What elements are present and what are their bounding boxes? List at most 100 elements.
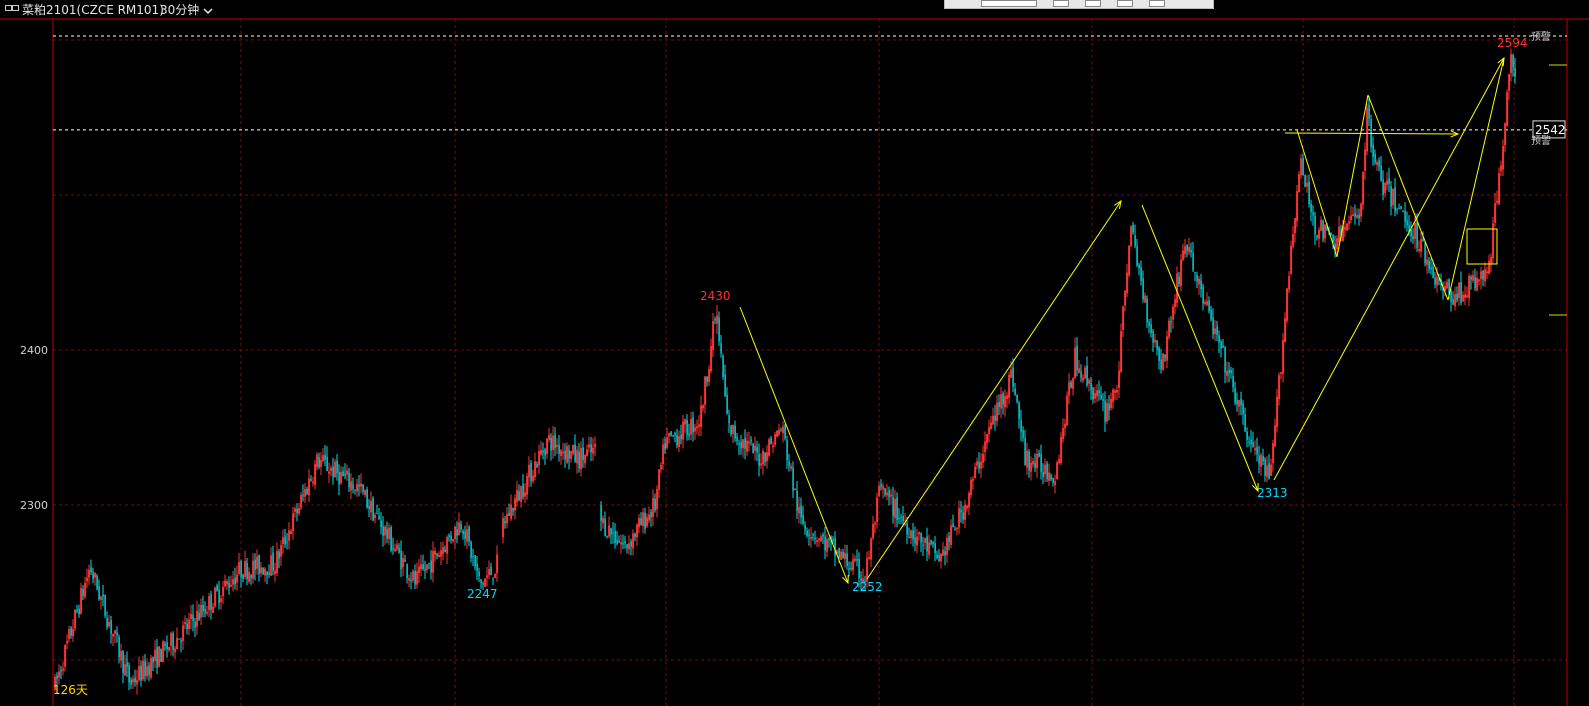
candle — [766, 445, 769, 469]
candle-body — [430, 560, 432, 573]
candle — [164, 640, 166, 651]
candle — [1414, 213, 1417, 249]
candle — [476, 555, 478, 581]
candle — [726, 387, 728, 415]
candle — [96, 574, 98, 591]
candle — [586, 444, 589, 457]
candle — [522, 474, 524, 500]
candle-body — [750, 439, 752, 442]
candle-body — [1212, 317, 1214, 335]
candle-body — [166, 642, 168, 650]
candle-body — [318, 457, 320, 468]
candle — [450, 531, 452, 544]
candle — [1208, 296, 1210, 314]
candle — [430, 550, 432, 580]
candle-body — [1322, 220, 1324, 240]
candle — [1298, 170, 1301, 193]
candle — [1046, 461, 1048, 483]
candle-body — [1400, 206, 1402, 209]
candle — [1264, 457, 1266, 482]
candle-body — [1092, 387, 1094, 400]
price-chart[interactable]: 230024002542预警预警24302247 225223132594126天 — [0, 0, 1589, 706]
candle — [514, 494, 517, 520]
candle — [510, 494, 513, 521]
candle-body — [536, 464, 538, 468]
candle — [584, 454, 587, 469]
candle — [420, 554, 423, 577]
candle-body — [1482, 270, 1484, 280]
candle — [670, 431, 672, 437]
candle — [160, 648, 162, 662]
price-annotation: 2252 — [852, 580, 883, 594]
candle — [746, 432, 749, 456]
candle — [284, 528, 286, 548]
candle-body — [1378, 160, 1380, 167]
candle — [738, 440, 740, 456]
candle-body — [634, 533, 636, 537]
candle — [112, 633, 115, 647]
candle — [414, 564, 416, 589]
candle — [1442, 281, 1444, 300]
candle — [580, 441, 583, 477]
candle — [332, 457, 334, 485]
candle-body — [310, 479, 312, 481]
candle — [396, 540, 399, 552]
candle — [1140, 260, 1142, 286]
candle-body — [590, 444, 592, 453]
candle-body — [1216, 326, 1218, 336]
candle-body — [1076, 345, 1078, 371]
candle — [136, 669, 139, 695]
candle — [1222, 338, 1224, 349]
candle — [72, 619, 75, 642]
candle-body — [160, 649, 162, 662]
candle-body — [932, 541, 934, 545]
candle — [650, 508, 652, 527]
candle-body — [604, 518, 606, 536]
candle — [894, 489, 897, 528]
candle — [1150, 318, 1152, 338]
candle — [204, 601, 206, 618]
candle — [1418, 240, 1421, 254]
candle-body — [952, 523, 954, 527]
candle — [1028, 449, 1030, 478]
candle-body — [1050, 475, 1052, 480]
candle-body — [476, 563, 478, 572]
candle — [1240, 391, 1242, 416]
candle — [546, 437, 549, 459]
candle — [88, 564, 91, 585]
candle-body — [1470, 276, 1472, 280]
candle — [1276, 388, 1279, 433]
candle — [962, 505, 964, 524]
candle — [702, 404, 705, 412]
candle-body — [736, 436, 738, 442]
candle-body — [1316, 235, 1318, 238]
candle — [1302, 153, 1304, 176]
candle-body — [122, 651, 124, 674]
candle — [86, 568, 89, 588]
candle — [982, 445, 985, 468]
candle-body — [686, 420, 688, 435]
candle — [216, 583, 218, 592]
candle — [566, 442, 569, 465]
candle — [1430, 258, 1432, 275]
candle — [436, 552, 438, 560]
candle — [1270, 458, 1273, 476]
candle — [844, 544, 847, 568]
candle-body — [568, 449, 570, 459]
candle — [794, 488, 797, 491]
candle — [1232, 367, 1234, 393]
candle — [78, 604, 80, 618]
candle — [526, 472, 529, 500]
candle-body — [1040, 454, 1042, 472]
candle-body — [218, 589, 220, 604]
candle — [266, 571, 268, 585]
candle — [1244, 407, 1246, 433]
candle — [1286, 288, 1289, 324]
candle-body — [1236, 400, 1238, 405]
candle — [1344, 220, 1347, 237]
candle — [1174, 294, 1177, 315]
candle — [438, 551, 441, 558]
candle — [1474, 268, 1476, 291]
candle — [662, 438, 665, 470]
candle — [714, 316, 716, 325]
